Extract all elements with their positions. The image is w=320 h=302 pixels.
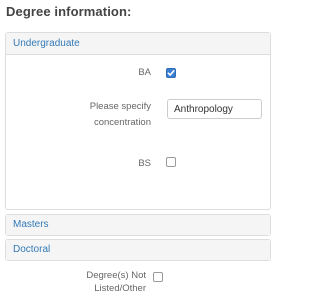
undergraduate-panel: Undergraduate BA Please specify concentr… [5,32,271,210]
section-title: Degree information: [6,4,132,19]
concentration-label-line2: concentration [93,117,151,128]
bs-checkbox[interactable] [166,157,176,167]
other-degree-checkbox[interactable] [153,272,163,282]
other-degree-label-line2: Listed/Other [94,283,146,294]
concentration-input[interactable] [167,99,262,119]
masters-panel: Masters [5,214,271,236]
bs-label: BS [138,158,151,169]
ba-checkbox[interactable] [166,68,176,78]
concentration-label: Please specify concentration [66,99,151,131]
concentration-label-line1: Please specify [89,101,151,112]
masters-panel-header[interactable]: Masters [6,215,270,235]
doctoral-panel: Doctoral [5,239,271,261]
undergraduate-panel-header[interactable]: Undergraduate [6,33,270,55]
other-degree-label-line1: Degree(s) Not [86,270,146,281]
other-degree-label: Degree(s) Not Listed/Other [60,269,146,295]
doctoral-panel-header[interactable]: Doctoral [6,240,270,260]
checkmark-icon [167,70,175,76]
ba-label: BA [138,67,151,78]
